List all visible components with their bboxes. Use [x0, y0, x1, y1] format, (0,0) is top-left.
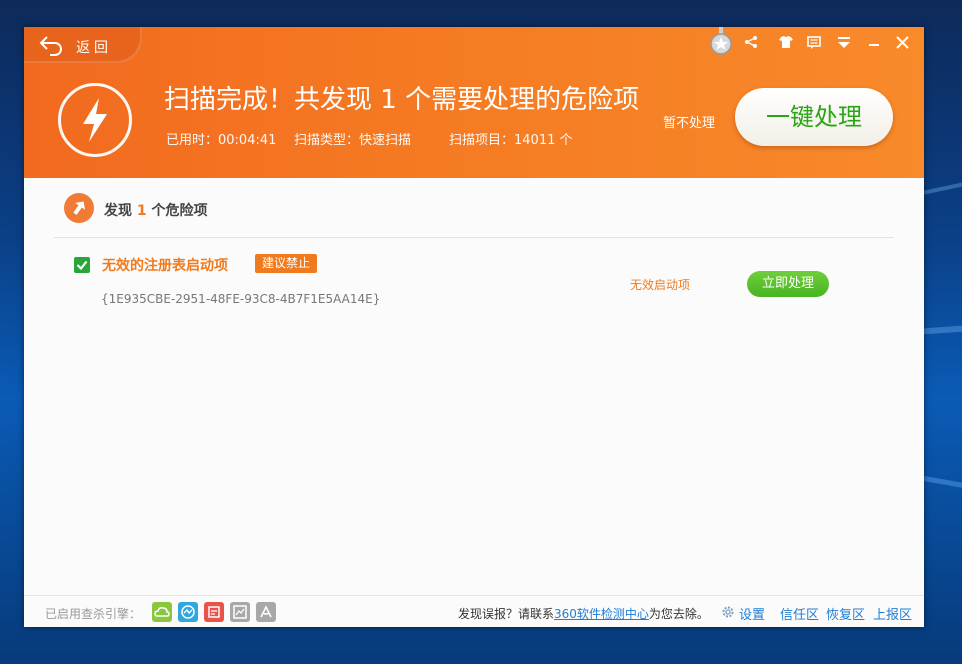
fix-now-button[interactable]: 立即处理	[747, 271, 829, 297]
back-arrow-icon	[39, 36, 62, 56]
scan-items: 扫描项目：14011 个	[449, 133, 573, 148]
medal-icon[interactable]	[709, 27, 733, 57]
scan-result-title: 扫描完成！共发现 1 个需要处理的危险项	[164, 85, 640, 115]
threat-item-type: 无效启动项	[630, 278, 691, 292]
title-bar-controls	[740, 31, 914, 55]
back-button[interactable]: 返回	[24, 27, 142, 63]
recommendation-badge: 建议禁止	[255, 254, 318, 273]
skip-button[interactable]: 暂不处理	[663, 112, 715, 131]
checkmark-icon	[76, 260, 88, 271]
qex-engine-icon[interactable]	[204, 602, 224, 622]
found-summary-text: 发现 1 个危险项	[104, 200, 208, 220]
restore-zone-link[interactable]: 恢复区	[826, 604, 865, 623]
close-icon[interactable]	[892, 31, 914, 55]
report-suffix: 为您去除。	[648, 607, 709, 621]
scan-type: 扫描类型：快速扫描	[294, 133, 412, 148]
gear-icon[interactable]	[721, 605, 735, 619]
avira-engine-icon[interactable]	[256, 602, 276, 622]
upload-zone-link[interactable]: 上报区	[873, 604, 912, 623]
minimize-icon[interactable]	[863, 31, 885, 55]
settings-link[interactable]: 设置	[739, 604, 765, 623]
divider	[54, 237, 894, 238]
one-key-fix-button[interactable]: 一键处理	[735, 88, 893, 146]
found-prefix: 发现	[104, 203, 132, 219]
trust-zone-link[interactable]: 信任区	[780, 604, 819, 623]
scan-result-header: 返回 扫描完成！共发现 1 个需要处理的危险项 已用时：00:04:41 扫描类…	[24, 27, 924, 178]
threat-item-guid: {1E935CBE-2951-48FE-93C8-4B7F1E5AA14E}	[101, 292, 381, 306]
kunpeng-engine-icon[interactable]	[230, 602, 250, 622]
elapsed-time: 已用时：00:04:41	[166, 133, 277, 148]
shirt-icon[interactable]	[775, 31, 797, 55]
message-icon[interactable]	[803, 31, 825, 55]
report-prefix: 发现误报？请联系	[458, 607, 555, 621]
detection-center-link[interactable]: 360软件检测中心	[554, 607, 649, 621]
menu-icon[interactable]	[833, 31, 855, 55]
footer-bar: 已启用查杀引擎： 发现误报？请联系360软件检测中心为您去除。 设置 信任区 恢…	[24, 595, 924, 627]
false-positive-report: 发现误报？请联系360软件检测中心为您去除。	[458, 605, 709, 622]
threat-found-icon	[64, 193, 94, 223]
found-count: 1	[136, 203, 147, 219]
qvm-engine-icon[interactable]	[178, 602, 198, 622]
engines-label: 已启用查杀引擎：	[45, 607, 142, 621]
antivirus-window: 返回 扫描完成！共发现 1 个需要处理的危险项 已用时：00:04:41 扫描类…	[24, 27, 924, 627]
lightning-icon	[58, 83, 132, 157]
item-checkbox[interactable]	[74, 257, 90, 273]
share-icon[interactable]	[740, 31, 762, 55]
found-suffix: 个危险项	[151, 203, 208, 219]
back-label: 返回	[76, 40, 112, 56]
cloud-engine-icon[interactable]	[152, 602, 172, 622]
threat-item-title: 无效的注册表启动项	[102, 258, 228, 274]
